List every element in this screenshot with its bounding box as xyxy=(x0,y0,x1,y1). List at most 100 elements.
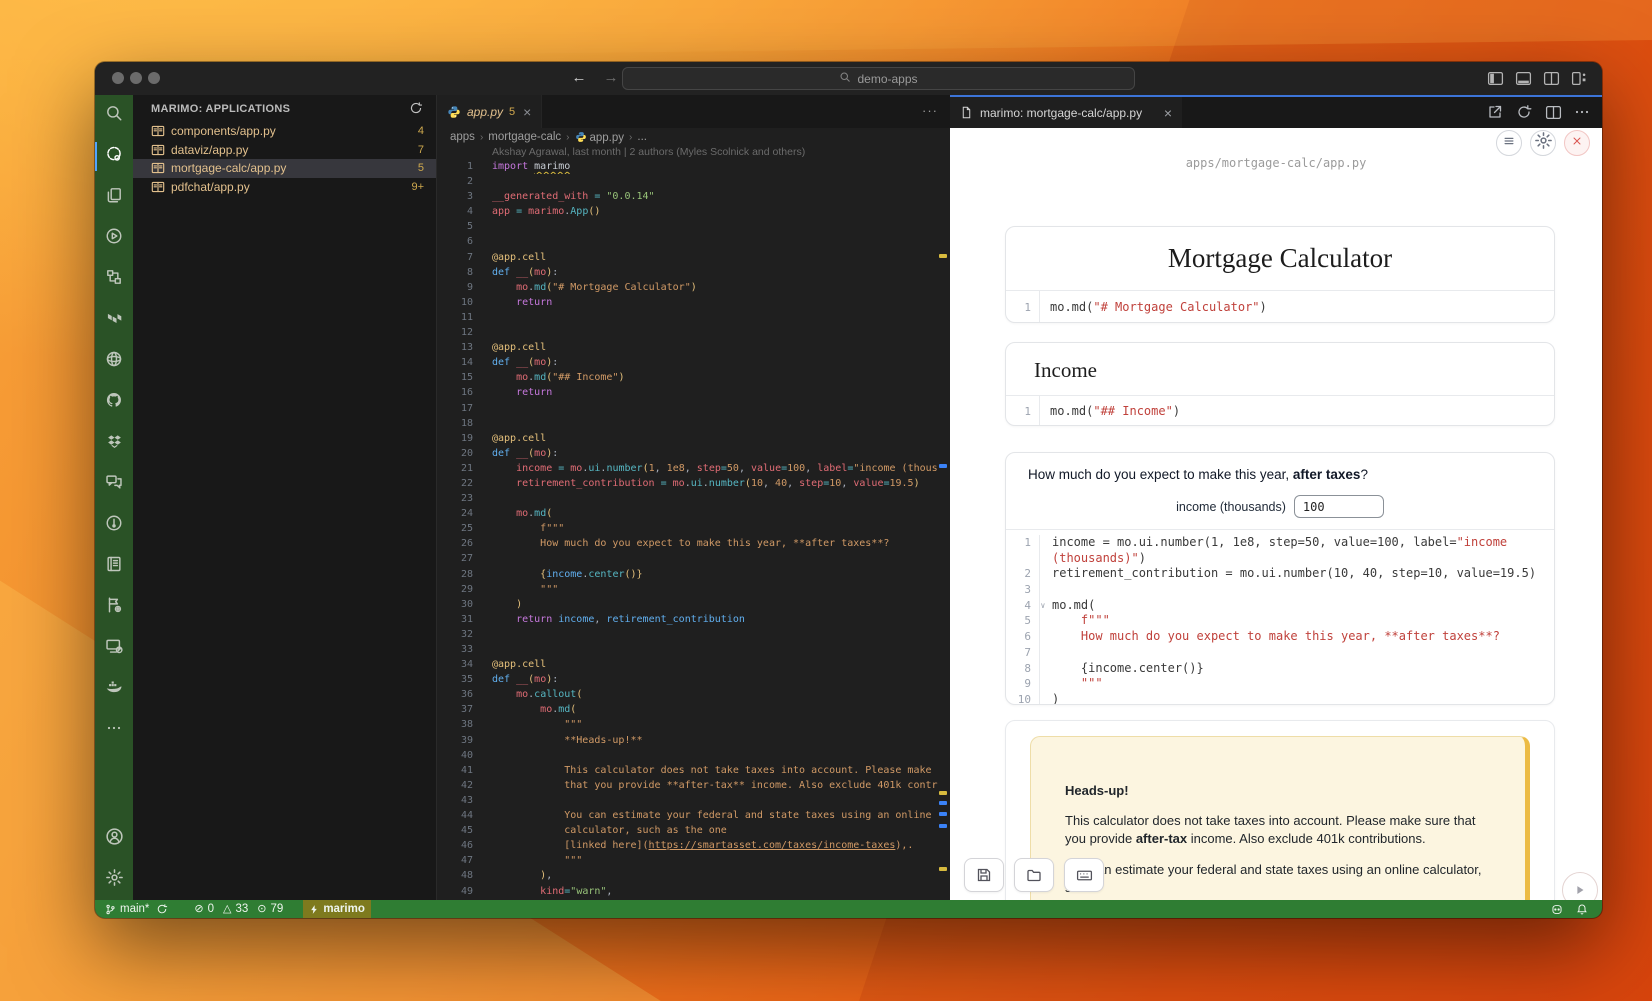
code-line[interactable]: 34@app.cell xyxy=(437,657,950,672)
refresh-icon[interactable] xyxy=(409,101,424,116)
breadcrumb-item[interactable]: apps xyxy=(450,131,475,143)
code-line[interactable]: 16 return xyxy=(437,385,950,400)
code-line[interactable]: 6 xyxy=(437,234,950,249)
code-line[interactable]: 30 ) xyxy=(437,597,950,612)
code-line[interactable]: 35def __(mo): xyxy=(437,672,950,687)
folder-button[interactable] xyxy=(1014,858,1054,892)
code-line[interactable]: 32 xyxy=(437,627,950,642)
activity-globe-wire[interactable] xyxy=(95,341,133,382)
layout-customize-icon[interactable] xyxy=(1571,70,1588,87)
file-item[interactable]: pdfchat/app.py 9+ xyxy=(133,178,436,197)
income-input[interactable] xyxy=(1294,495,1384,518)
code-line[interactable]: 28 {income.center()} xyxy=(437,567,950,582)
code-line[interactable]: 4app = marimo.App() xyxy=(437,204,950,219)
activity-marimo[interactable] xyxy=(95,136,133,177)
code-line[interactable]: 25 f""" xyxy=(437,521,950,536)
code-line[interactable]: 18 xyxy=(437,416,950,431)
activity-test-flag[interactable] xyxy=(95,587,133,628)
cell-code[interactable]: 1 mo.md("# Mortgage Calculator") xyxy=(1006,290,1554,323)
activity-remote-screen[interactable] xyxy=(95,628,133,669)
refresh-icon[interactable] xyxy=(1516,104,1532,120)
file-item[interactable]: dataviz/app.py 7 xyxy=(133,141,436,160)
close-window-button[interactable] xyxy=(112,72,124,84)
code-line[interactable]: 17 xyxy=(437,401,950,416)
close-icon[interactable]: × xyxy=(523,104,531,120)
code-line[interactable]: 7@app.cell xyxy=(437,250,950,265)
tab-app-py[interactable]: app.py 5 × xyxy=(437,95,542,128)
code-line[interactable]: 39 **Heads-up!** xyxy=(437,733,950,748)
code-line[interactable]: 13@app.cell xyxy=(437,340,950,355)
run-button[interactable] xyxy=(1562,872,1598,900)
menu-button[interactable] xyxy=(1496,130,1522,156)
notifications-bell[interactable] xyxy=(1570,903,1594,916)
navigate-back-button[interactable]: ← xyxy=(569,69,589,86)
open-external-icon[interactable] xyxy=(1487,104,1503,120)
copilot-status[interactable] xyxy=(1544,903,1570,916)
code-line[interactable]: 48 ), xyxy=(437,868,950,883)
code-line[interactable]: 36 mo.callout( xyxy=(437,687,950,702)
cell-code[interactable]: 1 mo.md("## Income") xyxy=(1006,395,1554,426)
code-line[interactable]: 12 xyxy=(437,325,950,340)
zoom-window-button[interactable] xyxy=(148,72,160,84)
code-line[interactable]: 11 xyxy=(437,310,950,325)
code-line[interactable]: 45 calculator, such as the one xyxy=(437,823,950,838)
code-line[interactable]: 33 xyxy=(437,642,950,657)
code-editor[interactable]: 1import marimo23__generated_with = "0.0.… xyxy=(437,159,950,900)
code-line[interactable]: 15 mo.md("## Income") xyxy=(437,370,950,385)
code-line[interactable]: 47 """ xyxy=(437,853,950,868)
marimo-status-chip[interactable]: marimo xyxy=(303,900,371,918)
command-center-search[interactable]: demo-apps xyxy=(622,67,1135,90)
close-button[interactable] xyxy=(1564,130,1590,156)
save-button[interactable] xyxy=(964,858,1004,892)
panel-left-icon[interactable] xyxy=(1487,70,1504,87)
code-line[interactable]: 46 [linked here](https://smartasset.com/… xyxy=(437,838,950,853)
activity-pin-circle[interactable] xyxy=(95,505,133,546)
code-line[interactable]: 42 that you provide **after-tax** income… xyxy=(437,778,950,793)
code-line[interactable]: 26 How much do you expect to make this y… xyxy=(437,536,950,551)
code-line[interactable]: 29 """ xyxy=(437,582,950,597)
problems-status[interactable]: ⊘ 0 △ 33 ⊙ 79 xyxy=(188,900,289,918)
code-line[interactable]: 8def __(mo): xyxy=(437,265,950,280)
breadcrumb-item[interactable]: mortgage-calc xyxy=(488,131,561,143)
settings-button[interactable] xyxy=(1530,130,1556,156)
more-actions-icon[interactable]: ··· xyxy=(922,103,938,118)
code-line[interactable]: 40 xyxy=(437,748,950,763)
activity-terraform[interactable] xyxy=(95,300,133,341)
keyboard-button[interactable] xyxy=(1064,858,1104,892)
cell-code[interactable]: 1income = mo.ui.number(1, 1e8, step=50, … xyxy=(1006,529,1554,704)
code-line[interactable]: 38 """ xyxy=(437,717,950,732)
activity-settings[interactable] xyxy=(95,859,133,900)
code-line[interactable]: 2 xyxy=(437,174,950,189)
activity-github[interactable] xyxy=(95,382,133,423)
code-line[interactable]: 22 retirement_contribution = mo.ui.numbe… xyxy=(437,476,950,491)
code-line[interactable]: 27 xyxy=(437,551,950,566)
more-horizontal-icon[interactable] xyxy=(1574,104,1590,120)
code-line[interactable]: 1import marimo xyxy=(437,159,950,174)
code-line[interactable]: 23 xyxy=(437,491,950,506)
code-line[interactable]: 20def __(mo): xyxy=(437,446,950,461)
code-line[interactable]: 49 kind="warn", xyxy=(437,884,950,899)
activity-account[interactable] xyxy=(95,818,133,859)
split-editor-icon[interactable] xyxy=(1545,104,1561,120)
file-item[interactable]: mortgage-calc/app.py 5 xyxy=(133,159,436,178)
split-editor-icon[interactable] xyxy=(1543,70,1560,87)
activity-pages[interactable] xyxy=(95,177,133,218)
activity-diamonds[interactable] xyxy=(95,423,133,464)
code-line[interactable]: 37 mo.md( xyxy=(437,702,950,717)
code-line[interactable]: 5 xyxy=(437,219,950,234)
activity-notebook[interactable] xyxy=(95,546,133,587)
code-line[interactable]: 21 income = mo.ui.number(1, 1e8, step=50… xyxy=(437,461,950,476)
breadcrumb-item[interactable]: app.py xyxy=(575,131,625,144)
code-line[interactable]: 31 return income, retirement_contributio… xyxy=(437,612,950,627)
code-line[interactable]: 3__generated_with = "0.0.14" xyxy=(437,189,950,204)
activity-docker[interactable] xyxy=(95,669,133,710)
code-line[interactable]: 14def __(mo): xyxy=(437,355,950,370)
code-line[interactable]: 43 xyxy=(437,793,950,808)
code-line[interactable]: 9 mo.md("# Mortgage Calculator") xyxy=(437,280,950,295)
overview-ruler[interactable] xyxy=(938,159,948,900)
code-line[interactable]: 44 You can estimate your federal and sta… xyxy=(437,808,950,823)
breadcrumb-item[interactable]: ... xyxy=(637,131,647,143)
code-line[interactable]: 41 This calculator does not take taxes i… xyxy=(437,763,950,778)
panel-bottom-icon[interactable] xyxy=(1515,70,1532,87)
code-line[interactable]: 10 return xyxy=(437,295,950,310)
